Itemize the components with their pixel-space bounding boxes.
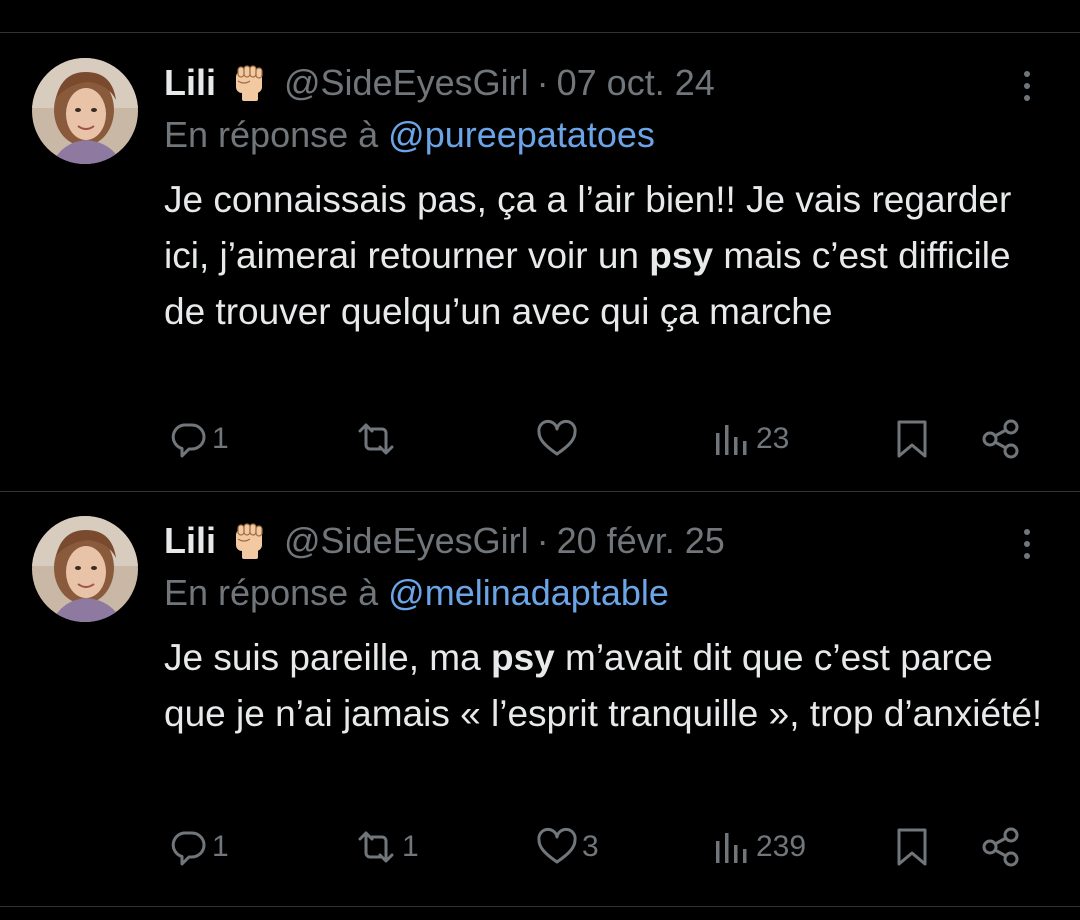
like-button[interactable] — [536, 414, 582, 464]
more-vertical-icon — [1024, 71, 1030, 101]
reply-button[interactable]: 1 — [168, 414, 229, 464]
heart-icon — [537, 827, 577, 864]
tweet-text: Je suis pareille, ma psy m’avait dit que… — [164, 630, 1044, 742]
avatar-image — [32, 516, 138, 622]
raised-fist-emoji-icon — [236, 65, 263, 101]
reply-button[interactable]: 1 — [168, 822, 229, 872]
tweet-divider — [0, 491, 1080, 492]
bookmark-icon — [897, 420, 927, 458]
reply-context: En réponse à @pureepatatoes — [164, 114, 655, 156]
repost-count: 1 — [402, 830, 419, 863]
repost-button[interactable]: 1 — [354, 822, 419, 872]
tweet-text-before: Je suis pareille, ma — [164, 637, 491, 678]
reply-prefix: En réponse à — [164, 114, 379, 155]
tweet-header: Lili @SideEyesGirl · 07 oct. 24 — [164, 58, 715, 108]
top-divider — [0, 32, 1080, 33]
views-button[interactable]: 23 — [712, 414, 789, 464]
separator-dot: · — [536, 62, 549, 103]
more-vertical-icon — [1024, 529, 1030, 559]
avatar[interactable] — [32, 516, 138, 622]
tweet-date[interactable]: 20 févr. 25 — [557, 520, 725, 562]
user-handle[interactable]: @SideEyesGirl — [284, 520, 529, 562]
tweet-text: Je connaissais pas, ça a l’air bien!! Je… — [164, 172, 1044, 340]
repost-icon — [358, 831, 394, 863]
repost-button[interactable] — [354, 414, 402, 464]
reply-count: 1 — [212, 422, 229, 455]
reply-icon — [171, 423, 206, 458]
more-options-button[interactable] — [1014, 66, 1040, 106]
view-count: 23 — [756, 422, 790, 455]
tweet-header: Lili @SideEyesGirl · 20 févr. 25 — [164, 516, 725, 566]
bookmark-button[interactable] — [894, 414, 930, 464]
analytics-icon — [716, 833, 747, 863]
reply-icon — [171, 831, 206, 866]
avatar-image — [32, 58, 138, 164]
heart-icon — [537, 419, 577, 456]
like-count: 3 — [582, 830, 599, 863]
tweet[interactable]: Lili @SideEyesGirl · 20 févr. 25 En répo… — [0, 516, 1080, 896]
tweet-actions: 1 1 3 239 — [0, 822, 1080, 872]
display-name[interactable]: Lili — [164, 62, 216, 104]
analytics-icon — [716, 425, 747, 455]
share-icon — [982, 419, 1019, 459]
repost-icon — [358, 423, 394, 455]
display-name[interactable]: Lili — [164, 520, 216, 562]
bottom-divider — [0, 906, 1080, 907]
more-options-button[interactable] — [1014, 524, 1040, 564]
view-count: 239 — [756, 830, 807, 863]
raised-fist-emoji-icon — [236, 523, 263, 559]
bookmark-icon — [897, 828, 927, 866]
tweet-text-highlight: psy — [649, 235, 714, 276]
share-button[interactable] — [980, 414, 1022, 464]
views-button[interactable]: 239 — [712, 822, 806, 872]
separator-dot: · — [536, 520, 549, 561]
like-button[interactable]: 3 — [536, 822, 599, 872]
tweet-date[interactable]: 07 oct. 24 — [557, 62, 715, 104]
reply-mention-link[interactable]: @pureepatatoes — [388, 114, 655, 155]
tweet[interactable]: Lili @SideEyesGirl · 07 oct. 24 En répon… — [0, 58, 1080, 478]
share-button[interactable] — [980, 822, 1022, 872]
tweet-text-highlight: psy — [490, 637, 555, 678]
tweet-actions: 1 23 — [0, 414, 1080, 464]
share-icon — [982, 827, 1019, 867]
user-handle[interactable]: @SideEyesGirl — [284, 62, 529, 104]
avatar[interactable] — [32, 58, 138, 164]
reply-mention-link[interactable]: @melinadaptable — [388, 572, 669, 613]
bookmark-button[interactable] — [894, 822, 930, 872]
reply-prefix: En réponse à — [164, 572, 379, 613]
reply-context: En réponse à @melinadaptable — [164, 572, 669, 614]
reply-count: 1 — [212, 830, 229, 863]
